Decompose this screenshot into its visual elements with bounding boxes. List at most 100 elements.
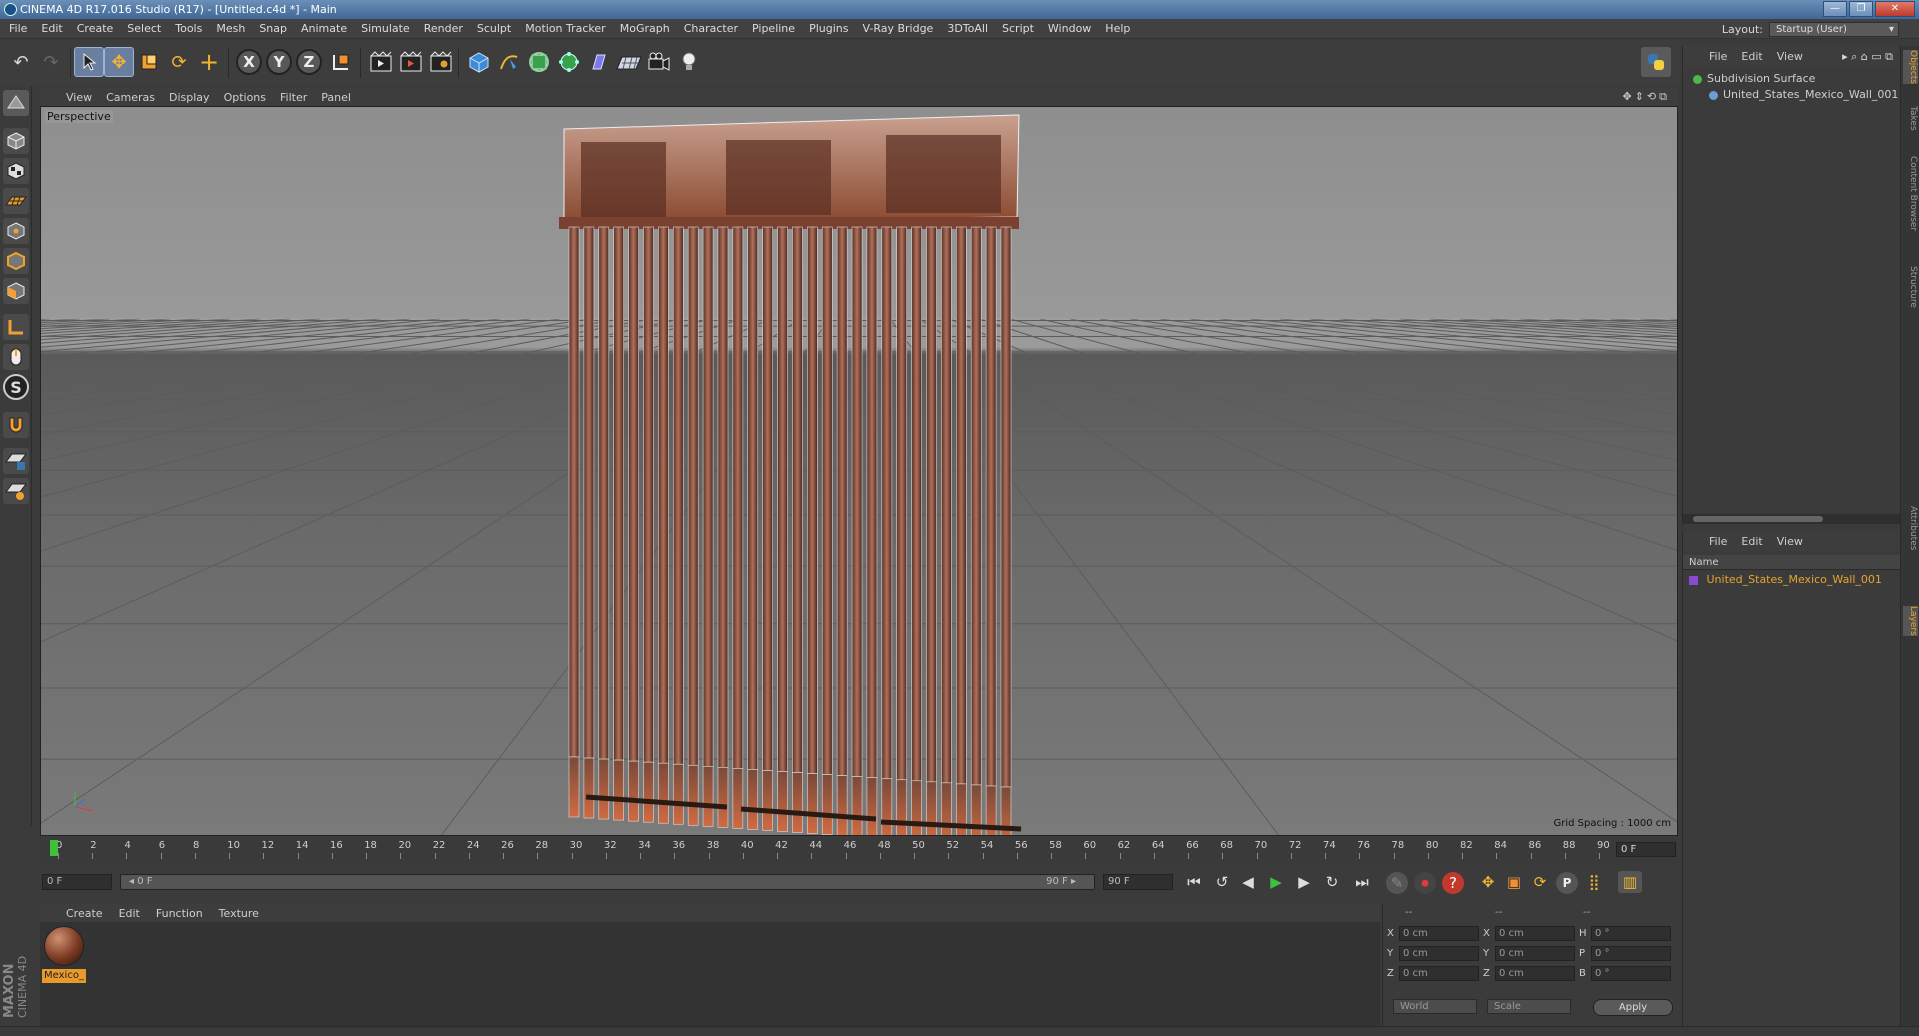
layer-name-column-header[interactable]: Name — [1683, 555, 1900, 570]
snap-settings-icon[interactable] — [3, 478, 29, 504]
material-menu-texture[interactable]: Texture — [219, 907, 259, 920]
viewport-camera-label[interactable]: Perspective — [45, 110, 113, 123]
workplane-icon[interactable] — [3, 188, 29, 214]
rotation-h-field[interactable]: 0 ° — [1591, 926, 1671, 941]
move-icon[interactable]: ✥ — [104, 47, 134, 77]
material-name-label[interactable]: Mexico_ — [42, 969, 86, 983]
menu-script[interactable]: Script — [1002, 22, 1034, 35]
material-menu-edit[interactable]: Edit — [119, 907, 140, 920]
coordinate-mode-dropdown[interactable]: Scale — [1487, 999, 1571, 1014]
frame-range-slider[interactable]: ◂ 0 F 90 F ▸ — [120, 874, 1095, 890]
layer-menu-view[interactable]: View — [1777, 535, 1803, 548]
side-tab-content-browser[interactable]: Content Browser — [1903, 156, 1918, 231]
light-icon[interactable] — [674, 47, 704, 77]
size-y-field[interactable]: 0 cm — [1495, 946, 1575, 961]
array-icon[interactable] — [554, 47, 584, 77]
side-tab-takes[interactable]: Takes — [1903, 106, 1918, 131]
maximize-button[interactable]: ❐ — [1849, 1, 1873, 17]
render-picture-viewer-icon[interactable] — [396, 47, 426, 77]
menu-motion-tracker[interactable]: Motion Tracker — [525, 22, 605, 35]
viewport-nav-icons[interactable]: ✥⇕⟲⧉ — [1622, 90, 1670, 104]
layer-color-swatch[interactable] — [1689, 575, 1698, 585]
viewport-menu-view[interactable]: View — [66, 91, 92, 104]
menu-window[interactable]: Window — [1048, 22, 1091, 35]
deformer-icon[interactable] — [584, 47, 614, 77]
current-frame-field[interactable]: 0 F — [1616, 842, 1676, 857]
x-axis-lock-button[interactable]: X — [236, 49, 262, 75]
object-tree-item[interactable]: Subdivision Surface — [1693, 72, 1815, 85]
material-menu-function[interactable]: Function — [156, 907, 203, 920]
edges-mode-icon[interactable] — [3, 248, 29, 274]
layer-menu-file[interactable]: File — [1709, 535, 1727, 548]
object-manager-icons[interactable]: ▸ ⌕ ⌂ ▭ ⧉ — [1842, 50, 1893, 64]
key-pla-icon[interactable]: ⣿ — [1582, 871, 1606, 893]
rotation-p-field[interactable]: 0 ° — [1591, 946, 1671, 961]
play-icon[interactable]: ▶ — [1264, 871, 1288, 893]
menu-file[interactable]: File — [9, 22, 27, 35]
end-frame-field[interactable]: 90 F — [1103, 874, 1173, 890]
apply-button[interactable]: Apply — [1593, 999, 1673, 1016]
close-button[interactable]: ✕ — [1875, 1, 1915, 17]
menu-tools[interactable]: Tools — [175, 22, 202, 35]
layout-dropdown[interactable]: Startup (User) — [1769, 22, 1899, 37]
polygons-mode-icon[interactable] — [3, 278, 29, 304]
add-icon[interactable]: + — [194, 47, 224, 77]
key-param-icon[interactable]: P — [1556, 872, 1578, 894]
side-tab-objects[interactable]: Objects — [1903, 50, 1918, 85]
coordinate-space-dropdown[interactable]: World — [1393, 999, 1477, 1014]
menu-render[interactable]: Render — [424, 22, 463, 35]
rotation-b-field[interactable]: 0 ° — [1591, 966, 1671, 981]
pen-icon[interactable] — [494, 47, 524, 77]
coordinate-system-icon[interactable] — [326, 47, 356, 77]
material-menu-create[interactable]: Create — [66, 907, 103, 920]
side-tab-structure[interactable]: Structure — [1903, 266, 1918, 308]
object-tree-item[interactable]: United_States_Mexico_Wall_001 — [1709, 88, 1898, 101]
autokey-icon[interactable]: ? — [1442, 872, 1464, 894]
object-menu-file[interactable]: File — [1709, 50, 1727, 63]
model-mode-icon[interactable] — [3, 90, 29, 116]
size-x-field[interactable]: 0 cm — [1495, 926, 1575, 941]
menu-mograph[interactable]: MoGraph — [620, 22, 670, 35]
axis-mode-icon[interactable] — [3, 314, 29, 340]
cube-icon[interactable] — [464, 47, 494, 77]
key-move-icon[interactable]: ✥ — [1476, 871, 1500, 893]
menu-3dtoall[interactable]: 3DToAll — [947, 22, 988, 35]
timeline[interactable]: 0 2 4 6 8 10 12 14 16 18 20 22 24 26 28 30 32 34 36 38 40 42 4… — [40, 838, 1678, 864]
object-manager-scrollbar[interactable] — [1683, 514, 1900, 524]
size-z-field[interactable]: 0 cm — [1495, 966, 1575, 981]
snap-lock-icon[interactable] — [3, 448, 29, 474]
menu-edit[interactable]: Edit — [41, 22, 62, 35]
viewport-menu-filter[interactable]: Filter — [280, 91, 307, 104]
camera-icon[interactable] — [644, 47, 674, 77]
menu-help[interactable]: Help — [1105, 22, 1130, 35]
object-menu-edit[interactable]: Edit — [1741, 50, 1762, 63]
layer-menu-edit[interactable]: Edit — [1741, 535, 1762, 548]
minimize-button[interactable]: — — [1823, 1, 1847, 17]
select-icon[interactable] — [74, 47, 104, 77]
position-y-field[interactable]: 0 cm — [1399, 946, 1479, 961]
menu-mesh[interactable]: Mesh — [216, 22, 245, 35]
python-icon[interactable] — [1641, 47, 1671, 77]
menu-character[interactable]: Character — [684, 22, 738, 35]
layer-row[interactable]: United_States_Mexico_Wall_001 — [1689, 573, 1882, 586]
key-scale-icon[interactable]: ▣ — [1502, 871, 1526, 893]
menu-create[interactable]: Create — [77, 22, 114, 35]
solo-icon[interactable]: S — [3, 374, 29, 400]
go-to-end-icon[interactable]: ⏭ — [1350, 871, 1374, 893]
perspective-viewport[interactable]: Perspective Grid Spacing : 1000 cm — [40, 106, 1678, 836]
menu-v-ray-bridge[interactable]: V-Ray Bridge — [862, 22, 933, 35]
viewport-menu-options[interactable]: Options — [224, 91, 266, 104]
redo-icon[interactable]: ↷ — [36, 47, 66, 77]
menu-simulate[interactable]: Simulate — [361, 22, 410, 35]
key-rotate-icon[interactable]: ⟳ — [1528, 871, 1552, 893]
side-tab-layers[interactable]: Layers — [1903, 606, 1918, 636]
record-icon[interactable]: ⏺ — [1414, 872, 1436, 894]
timeline-window-icon[interactable]: ▥ — [1618, 871, 1642, 893]
viewport-menu-cameras[interactable]: Cameras — [106, 91, 155, 104]
menu-snap[interactable]: Snap — [259, 22, 287, 35]
record-disabled-icon[interactable]: ✎ — [1386, 872, 1408, 894]
edit-render-settings-icon[interactable] — [426, 47, 456, 77]
menu-plugins[interactable]: Plugins — [809, 22, 848, 35]
rotate-icon[interactable]: ⟳ — [164, 47, 194, 77]
magnet-icon[interactable] — [3, 412, 29, 438]
